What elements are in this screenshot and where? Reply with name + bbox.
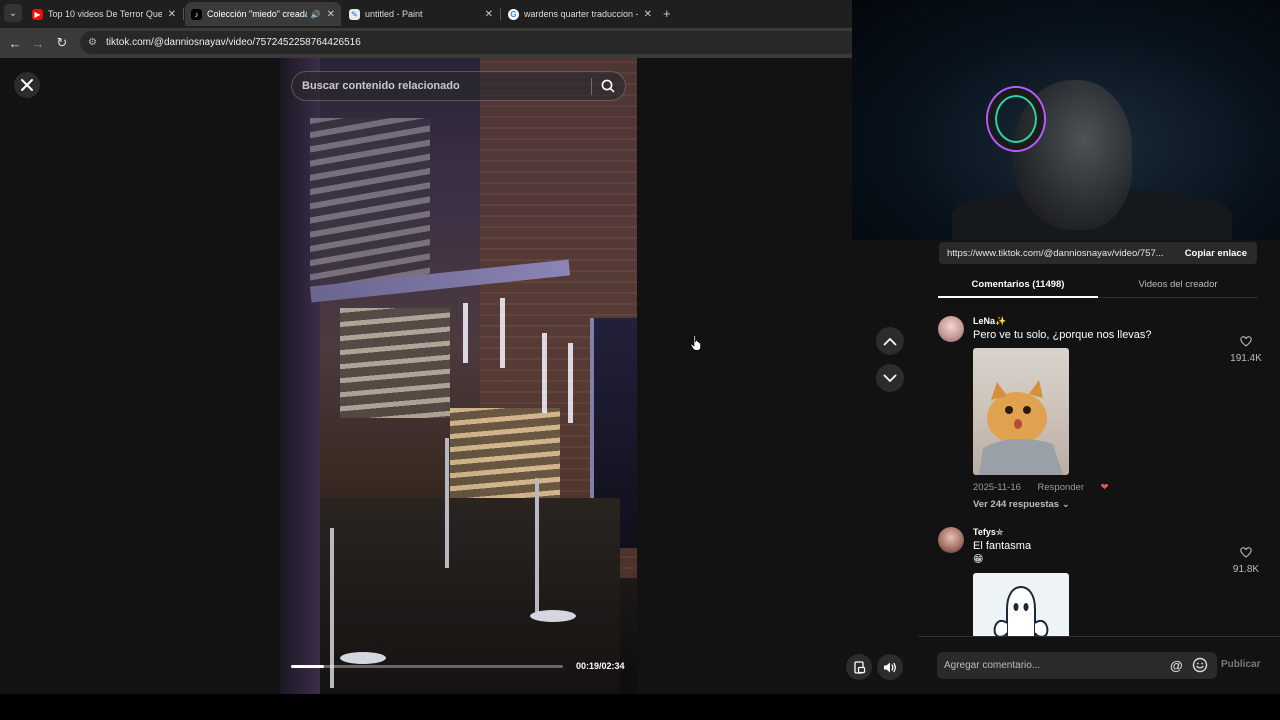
comment-date: 2025-11-16 <box>973 482 1021 493</box>
comment-like-button[interactable]: 91.8K <box>1226 545 1266 575</box>
comment-emoji: 😁 <box>973 554 984 565</box>
back-button[interactable]: ← <box>6 34 24 52</box>
mention-icon[interactable]: @ <box>1170 658 1183 673</box>
url-text: tiktok.com/@danniosnayav/video/757245225… <box>106 37 361 48</box>
ghost-image <box>993 585 1049 643</box>
avatar[interactable] <box>938 316 964 342</box>
view-replies-button[interactable]: Ver 244 respuestas ⌄ <box>973 499 1070 510</box>
close-tab-icon[interactable]: ✕ <box>644 9 652 20</box>
tiktok-icon: ♪ <box>191 8 202 20</box>
tab-title: Colección "miedo" creada p <box>207 9 307 19</box>
comment-username[interactable]: Tefys✮ <box>973 527 1003 538</box>
reload-button[interactable]: ↻ <box>53 34 71 52</box>
google-icon: G <box>508 8 519 20</box>
tab-title: wardens quarter traduccion - B <box>524 9 638 19</box>
mini-player-icon <box>853 660 865 674</box>
close-tab-icon[interactable]: ✕ <box>168 9 176 20</box>
volume-icon <box>884 662 896 672</box>
comment-text: Pero ve tu solo, ¿porque nos llevas? <box>973 329 1152 341</box>
share-link-bar: https://www.tiktok.com/@danniosnayav/vid… <box>939 242 1257 264</box>
new-tab-button[interactable]: + <box>663 6 671 21</box>
reply-button[interactable]: Responder <box>1038 482 1084 493</box>
comment-meta: 2025-11-16 Responder ❤ <box>973 482 1123 493</box>
heart-icon <box>1240 547 1252 558</box>
mini-player-button[interactable] <box>846 654 872 680</box>
youtube-icon: ▶ <box>32 8 43 20</box>
browser-tab-bar: ⌄ ▶ Top 10 videos De Terror Que N ✕ ♪ Co… <box>0 0 852 28</box>
publish-button[interactable]: Publicar <box>1221 659 1260 670</box>
close-tab-icon[interactable]: ✕ <box>327 9 335 20</box>
comment-username[interactable]: LeNa✨ <box>973 316 1006 327</box>
panel-tabs: Comentarios (11498) Videos del creador <box>938 276 1258 298</box>
webcam-overlay <box>852 0 1280 240</box>
video-time: 00:19/02:34 <box>576 661 625 671</box>
chevron-down-icon <box>883 374 897 382</box>
related-search-box <box>291 71 626 101</box>
comment-input-area: @ Publicar <box>918 636 1280 694</box>
next-video-button[interactable] <box>876 364 904 392</box>
comment-sticker-image[interactable] <box>973 573 1069 643</box>
share-url: https://www.tiktok.com/@danniosnayav/vid… <box>947 247 1164 259</box>
speaker-icon[interactable]: 🔊 <box>311 10 321 19</box>
bottom-strip <box>0 694 1280 720</box>
heart-icon <box>1240 336 1252 347</box>
cat-image <box>979 380 1063 475</box>
search-icon[interactable] <box>600 78 616 94</box>
volume-button[interactable] <box>877 654 903 680</box>
previous-video-button[interactable] <box>876 327 904 355</box>
tab-title: untitled - Paint <box>365 9 423 19</box>
tab-paint[interactable]: ✎ untitled - Paint ✕ <box>343 2 499 26</box>
tab-youtube[interactable]: ▶ Top 10 videos De Terror Que N ✕ <box>26 2 182 26</box>
chevron-down-icon: ⌄ <box>1061 499 1070 510</box>
site-settings-icon[interactable]: ⚙ <box>88 37 100 49</box>
comments-panel: https://www.tiktok.com/@danniosnayav/vid… <box>918 240 1280 694</box>
tab-title: Top 10 videos De Terror Que N <box>48 9 162 19</box>
video-player[interactable]: 00:19/02:34 <box>280 58 637 694</box>
emoji-icon[interactable] <box>1192 657 1208 673</box>
reaction-icon: ❤ <box>1100 482 1109 493</box>
close-video-button[interactable] <box>14 72 40 98</box>
related-search-input[interactable] <box>302 72 587 100</box>
comment-like-button[interactable]: 191.4K <box>1226 334 1266 364</box>
forward-button[interactable]: → <box>29 34 47 52</box>
video-progress-bar[interactable] <box>291 665 563 668</box>
comment-input[interactable] <box>944 652 1164 679</box>
avatar[interactable] <box>938 527 964 553</box>
comment-sticker-image[interactable] <box>973 348 1069 475</box>
close-icon <box>21 79 33 91</box>
tab-comments[interactable]: Comentarios (11498) <box>938 279 1098 290</box>
comment-input-box: @ <box>937 652 1217 679</box>
chevron-up-icon <box>883 337 897 345</box>
comment-item: LeNa✨ Pero ve tu solo, ¿porque nos lleva… <box>938 316 1268 516</box>
address-bar[interactable]: ⚙ tiktok.com/@danniosnayav/video/7572452… <box>80 31 860 54</box>
hand-cursor-icon <box>690 335 701 351</box>
active-tab-indicator <box>938 296 1098 298</box>
video-progress-fill <box>291 665 325 668</box>
like-count: 91.8K <box>1232 564 1260 575</box>
close-tab-icon[interactable]: ✕ <box>485 9 493 20</box>
tab-creator-videos[interactable]: Videos del creador <box>1098 279 1258 290</box>
copy-link-button[interactable]: Copiar enlace <box>1175 248 1257 259</box>
paint-icon: ✎ <box>349 8 360 20</box>
browser-toolbar: ← → ↻ ⚙ tiktok.com/@danniosnayav/video/7… <box>0 28 860 58</box>
tab-google[interactable]: G wardens quarter traduccion - B ✕ <box>502 2 658 26</box>
comment-text: El fantasma <box>973 540 1032 552</box>
tiktok-page: 00:19/02:34 <box>0 58 918 694</box>
screen: ⌄ ▶ Top 10 videos De Terror Que N ✕ ♪ Co… <box>0 0 1280 720</box>
tab-search-button[interactable]: ⌄ <box>4 4 22 22</box>
like-count: 191.4K <box>1230 353 1262 364</box>
tab-tiktok[interactable]: ♪ Colección "miedo" creada p 🔊 ✕ <box>185 2 341 26</box>
